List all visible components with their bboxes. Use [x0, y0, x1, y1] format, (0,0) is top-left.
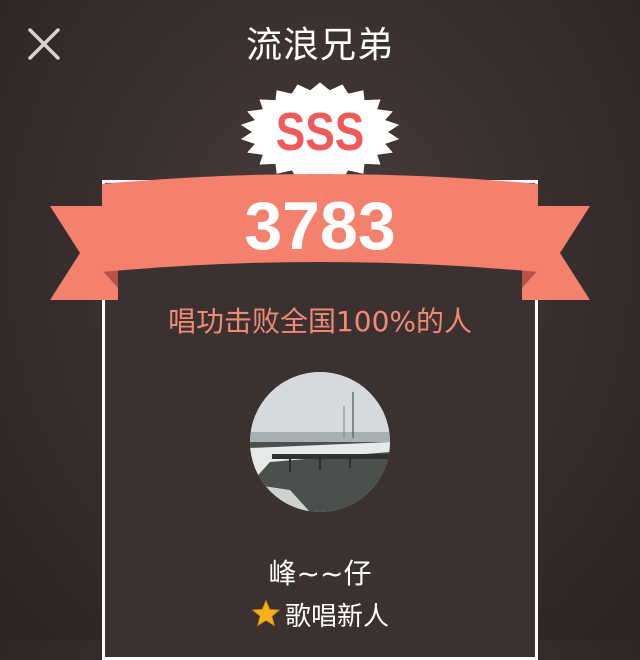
star-icon	[251, 599, 281, 627]
grade-label: SSS	[275, 102, 365, 162]
user-level: 歌唱新人	[0, 596, 640, 633]
beat-percentage-text: 唱功击败全国100%的人	[167, 305, 473, 338]
avatar[interactable]	[250, 372, 390, 512]
username: 峰~~仔	[268, 557, 372, 590]
avatar-photo	[250, 372, 390, 512]
user-level-label: 歌唱新人	[284, 602, 389, 632]
score-value: 3783	[244, 188, 396, 264]
page-title: 流浪兄弟	[245, 25, 394, 66]
